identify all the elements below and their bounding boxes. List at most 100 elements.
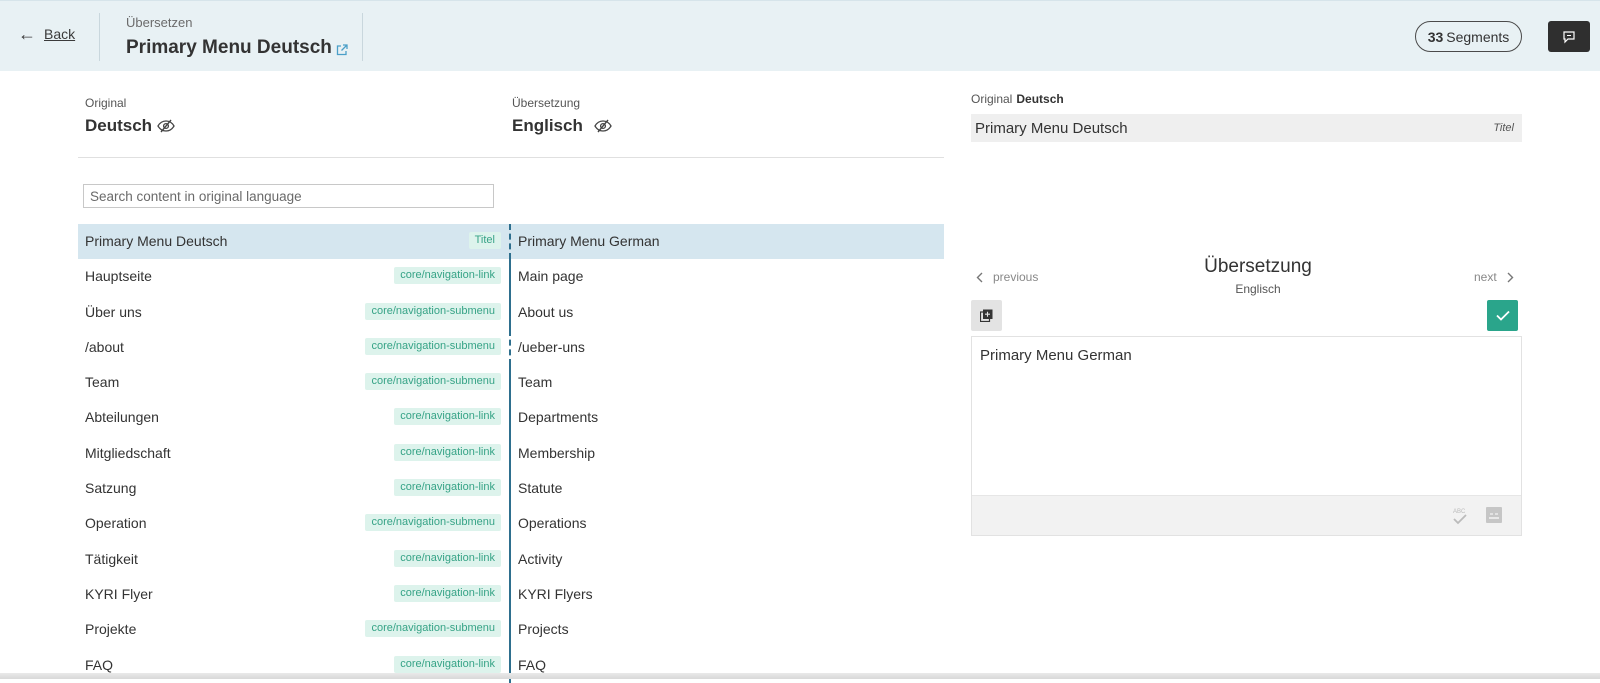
segment-source-text: Mitgliedschaft	[85, 444, 171, 461]
segment-type-tag: core/navigation-submenu	[365, 514, 501, 532]
eye-slash-icon[interactable]	[157, 119, 175, 133]
column-header-divider	[78, 157, 944, 158]
top-bar: ← Back Übersetzen Primary Menu Deutsch 3…	[0, 0, 1600, 71]
segment-type-tag: core/navigation-link	[394, 479, 501, 497]
segment-target-cell: Projects	[511, 612, 944, 647]
segment-row[interactable]: Satzung core/navigation-link Statute	[78, 471, 944, 507]
segment-target-cell: Main page	[511, 259, 944, 294]
segment-source-cell: Primary Menu Deutsch Titel	[78, 224, 509, 259]
segment-row[interactable]: Über uns core/navigation-submenu About us	[78, 294, 944, 330]
svg-text:ABC: ABC	[1453, 509, 1466, 515]
segment-source-cell: Tätigkeit core/navigation-link	[78, 542, 509, 577]
original-column-label: Original	[85, 96, 127, 110]
segment-type-tag: core/navigation-submenu	[365, 620, 501, 638]
translation-panel-language: Englisch	[1235, 282, 1281, 296]
segment-type-tag: core/navigation-submenu	[365, 302, 501, 320]
arrow-left-icon: ←	[18, 24, 36, 44]
editor-toolbar: ABC	[972, 495, 1521, 535]
chevron-left-icon	[976, 272, 983, 282]
segment-target-text: Primary Menu German	[518, 233, 660, 249]
segments-button[interactable]: 33 Segments	[1415, 21, 1522, 52]
confirm-translation-button[interactable]	[1487, 300, 1518, 331]
page-title: Primary Menu Deutsch	[126, 37, 332, 58]
segment-target-cell: Operations	[511, 506, 944, 541]
panel-original-language: Deutsch	[1016, 92, 1064, 106]
checkmark-icon	[1495, 310, 1510, 321]
segment-row[interactable]: Primary Menu Deutsch Titel Primary Menu Ge…	[78, 224, 944, 260]
panel-original-header: Original Deutsch	[971, 92, 1064, 106]
segment-target-text: Departments	[518, 409, 599, 426]
segment-target-text: Activity	[518, 550, 563, 567]
segment-source-text: KYRI Flyer	[85, 585, 153, 602]
segment-target-text: Statute	[518, 480, 563, 497]
segment-source-cell: Operation core/navigation-submenu	[78, 506, 509, 541]
copy-source-button[interactable]	[971, 300, 1002, 331]
segment-type-tag: core/navigation-link	[394, 549, 501, 567]
chevron-right-icon	[1507, 272, 1514, 282]
back-button[interactable]: ← Back	[18, 24, 76, 44]
segment-type-tag: Titel	[468, 232, 501, 249]
segment-target-cell: Statute	[511, 471, 944, 506]
segments-count: 33	[1427, 28, 1444, 45]
segment-target-cell: About us	[511, 295, 944, 330]
segment-row[interactable]: Operation core/navigation-submenu Operatio…	[78, 506, 944, 542]
glossary-icon[interactable]	[1485, 506, 1503, 524]
translation-text: Primary Menu German	[980, 347, 1132, 364]
segment-row[interactable]: /about core/navigation-submenu/ueber-uns	[78, 329, 944, 366]
segment-target-cell: KYRI Flyers	[511, 577, 944, 612]
segment-source-text: Hauptseite	[85, 268, 152, 285]
segment-source-text: Tätigkeit	[85, 550, 138, 567]
segment-source-cell: KYRI Flyer core/navigation-link	[78, 577, 509, 612]
previous-button[interactable]: previous	[976, 270, 1038, 284]
segment-row[interactable]: Hauptseite core/navigation-link Main page	[78, 259, 944, 295]
segment-row[interactable]: Tätigkeit core/navigation-link Activity	[78, 541, 944, 577]
translation-editor[interactable]: Primary Menu German ABC	[971, 336, 1522, 536]
segment-source-text: Team	[85, 374, 120, 391]
segment-source-text: Operation	[85, 515, 147, 532]
segment-target-cell: Primary Menu German	[511, 224, 944, 259]
original-type: Titel	[1493, 122, 1514, 134]
segment-row[interactable]: Mitgliedschaft core/navigation-link Member…	[78, 435, 944, 472]
segment-type-tag: core/navigation-link	[394, 584, 501, 602]
previous-label: previous	[993, 270, 1039, 284]
next-button[interactable]: next	[1474, 270, 1514, 284]
segment-source-cell: Satzung core/navigation-link	[78, 471, 509, 506]
segment-source-cell: Projekte core/navigation-submenu	[78, 612, 509, 647]
segment-type-tag: core/navigation-link	[394, 408, 501, 426]
segment-source-cell: Abteilungen core/navigation-link	[78, 400, 509, 435]
translation-column-language: Englisch	[512, 116, 583, 135]
segment-target-text: About us	[518, 303, 574, 320]
segment-source-text: FAQ	[85, 656, 114, 673]
segment-target-cell: Team	[511, 365, 944, 400]
page-subtitle: Übersetzen	[126, 15, 193, 30]
back-label: Back	[44, 26, 76, 42]
segment-row[interactable]: KYRI Flyer core/navigation-link KYRI Flyer…	[78, 576, 944, 613]
external-link-icon[interactable]	[335, 43, 349, 57]
segment-source-cell: Mitgliedschaft core/navigation-link	[78, 436, 509, 471]
spellcheck-icon[interactable]: ABC	[1451, 506, 1469, 526]
segment-target-text: Team	[518, 374, 553, 391]
segment-target-cell: Membership	[511, 436, 944, 471]
segment-row[interactable]: Abteilungen core/navigation-link Departmen…	[78, 400, 944, 436]
search-input[interactable]	[83, 184, 494, 208]
segment-type-tag: core/navigation-submenu	[365, 337, 501, 355]
segment-source-text: Projekte	[85, 621, 137, 638]
segment-target-cell: /ueber-uns	[511, 330, 944, 365]
segment-row[interactable]: Team core/navigation-submenu Team	[78, 365, 944, 401]
segment-source-text: Abteilungen	[85, 409, 159, 426]
segment-target-text: Operations	[518, 515, 587, 532]
segment-row[interactable]: Projekte core/navigation-submenu Projects	[78, 612, 944, 648]
segment-target-text: Projects	[518, 621, 569, 638]
segment-source-cell: Hauptseite core/navigation-link	[78, 259, 509, 294]
segment-target-text: KYRI Flyers	[518, 585, 593, 602]
original-column-language: Deutsch	[85, 116, 153, 135]
original-text-box: Primary Menu Deutsch Titel	[971, 114, 1522, 142]
segment-type-tag: core/navigation-link	[394, 267, 501, 285]
segment-target-cell: Activity	[511, 542, 944, 577]
eye-slash-icon[interactable]	[594, 119, 612, 133]
segment-target-text: Membership	[518, 444, 596, 461]
comment-button[interactable]	[1548, 21, 1590, 52]
segment-target-cell: Departments	[511, 400, 944, 435]
bottom-edge	[0, 673, 1600, 679]
segment-source-text: Satzung	[85, 480, 137, 497]
